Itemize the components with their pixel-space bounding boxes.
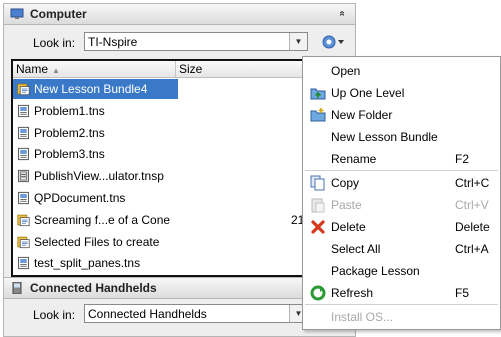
menu-item-shortcut: Ctrl+V	[455, 198, 489, 212]
menu-item-package-lesson[interactable]: Package Lesson	[303, 260, 500, 282]
handhelds-look-in-label: Look in:	[33, 308, 76, 322]
delete-icon	[311, 220, 325, 234]
menu-item-label: New Folder	[331, 108, 393, 122]
menu-item-paste[interactable]: Paste Ctrl+V	[303, 194, 500, 216]
menu-item-delete[interactable]: Delete Delete	[303, 216, 500, 238]
menu-item-copy[interactable]: Copy Ctrl+C	[303, 172, 500, 194]
file-row[interactable]: Problem1.tns	[13, 100, 325, 122]
gear-menu-icon[interactable]	[320, 33, 346, 51]
menu-separator	[305, 304, 498, 305]
handheld-icon	[12, 282, 22, 294]
look-in-value: TI-Nspire	[88, 35, 138, 49]
column-header-name[interactable]: Name ▲	[16, 62, 60, 76]
menu-item-label: Copy	[331, 176, 360, 190]
menu-item-shortcut: F5	[455, 286, 470, 300]
menu-item-label: Refresh	[331, 286, 374, 300]
menu-item-shortcut: F2	[455, 152, 470, 166]
up-folder-icon	[310, 88, 326, 100]
tns-file-icon	[18, 148, 29, 161]
menu-item-shortcut: Ctrl+A	[455, 242, 489, 256]
menu-item-rename[interactable]: Rename F2	[303, 148, 500, 170]
tns-file-icon	[18, 104, 29, 117]
file-name: Problem2.tns	[34, 125, 105, 140]
tns-file-icon	[18, 126, 29, 139]
menu-item-label: New Lesson Bundle	[331, 130, 438, 144]
tns-file-icon	[18, 191, 29, 205]
file-name: Problem3.tns	[34, 147, 105, 162]
menu-item-label: Install OS...	[331, 310, 394, 324]
menu-item-open[interactable]: Open	[303, 60, 500, 82]
menu-separator	[305, 170, 498, 171]
paste-icon	[311, 198, 325, 213]
file-row[interactable]: Problem3.tns	[13, 143, 325, 165]
file-name: test_split_panes.tns	[34, 256, 141, 271]
menu-item-up-one-level[interactable]: Up One Level	[303, 82, 500, 104]
look-in-label: Look in:	[33, 36, 76, 50]
file-row[interactable]: QPDocument.tns	[13, 187, 325, 209]
file-row[interactable]: Problem2.tns	[13, 122, 325, 144]
column-divider[interactable]	[175, 61, 176, 77]
file-name: Selected Files to create	[34, 234, 160, 249]
file-name: PublishView...ulator.tnsp	[34, 169, 164, 184]
collapse-icon[interactable]: »	[337, 11, 348, 17]
menu-item-label: Package Lesson	[331, 264, 420, 278]
tnsp-file-icon	[18, 170, 29, 183]
menu-item-shortcut: Delete	[455, 220, 490, 234]
file-list[interactable]: Name ▲ Size New Lesson Bundle4 Problem1.tn…	[11, 59, 327, 277]
sort-ascending-icon: ▲	[52, 66, 60, 75]
handhelds-look-in-value: Connected Handhelds	[88, 307, 207, 321]
lesson-bundle-icon	[17, 236, 30, 248]
handhelds-look-in-dropdown[interactable]: Connected Handhelds ▼	[84, 304, 308, 323]
menu-item-label: Rename	[331, 152, 377, 166]
computer-icon	[10, 8, 24, 19]
menu-item-new-folder[interactable]: New Folder	[303, 104, 500, 126]
file-name: Screaming f...e of a Cone	[34, 212, 171, 227]
file-row[interactable]: New Lesson Bundle4	[13, 78, 325, 100]
menu-item-label: Select All	[331, 242, 381, 256]
file-row[interactable]: Selected Files to create	[13, 231, 325, 253]
file-name: New Lesson Bundle4	[34, 82, 148, 96]
context-menu: Open Up One Level New Folder New Lesson Bun…	[302, 56, 501, 330]
connected-handhelds-title: Connected Handhelds	[30, 281, 157, 295]
menu-item-select-all[interactable]: Select All Ctrl+A	[303, 238, 500, 260]
menu-item-refresh[interactable]: Refresh F5	[303, 282, 500, 304]
chevron-down-icon[interactable]: ▼	[289, 33, 307, 50]
computer-panel-title: Computer	[30, 7, 87, 21]
file-list-header: Name ▲ Size	[13, 61, 325, 78]
menu-item-label: Up One Level	[331, 86, 405, 100]
menu-item-label: Open	[331, 64, 361, 78]
file-row[interactable]: test_split_panes.tns	[13, 252, 325, 274]
copy-icon	[310, 175, 325, 191]
tns-file-icon	[18, 257, 29, 270]
menu-item-install-os[interactable]: Install OS...	[303, 306, 500, 328]
file-name: Problem1.tns	[34, 103, 105, 118]
file-row[interactable]: PublishView...ulator.tnsp	[13, 165, 325, 187]
menu-item-new-lesson-bundle[interactable]: New Lesson Bundle	[303, 126, 500, 148]
look-in-dropdown[interactable]: TI-Nspire ▼	[84, 32, 308, 51]
look-in-row: Look in: TI-Nspire ▼	[4, 30, 355, 56]
new-folder-icon	[310, 108, 326, 122]
menu-item-label: Delete	[331, 220, 366, 234]
menu-item-shortcut: Ctrl+C	[455, 176, 490, 190]
computer-panel-header[interactable]: Computer »	[4, 4, 355, 25]
menu-item-label: Paste	[331, 198, 362, 212]
file-row[interactable]: Screaming f...e of a Cone 21	[13, 209, 325, 231]
column-header-size[interactable]: Size	[179, 62, 202, 76]
lesson-bundle-icon	[17, 214, 30, 226]
file-rows: New Lesson Bundle4 Problem1.tns Problem2.t…	[13, 78, 325, 274]
refresh-icon	[310, 285, 326, 301]
file-name: QPDocument.tns	[34, 190, 126, 205]
lesson-bundle-icon	[17, 83, 30, 96]
